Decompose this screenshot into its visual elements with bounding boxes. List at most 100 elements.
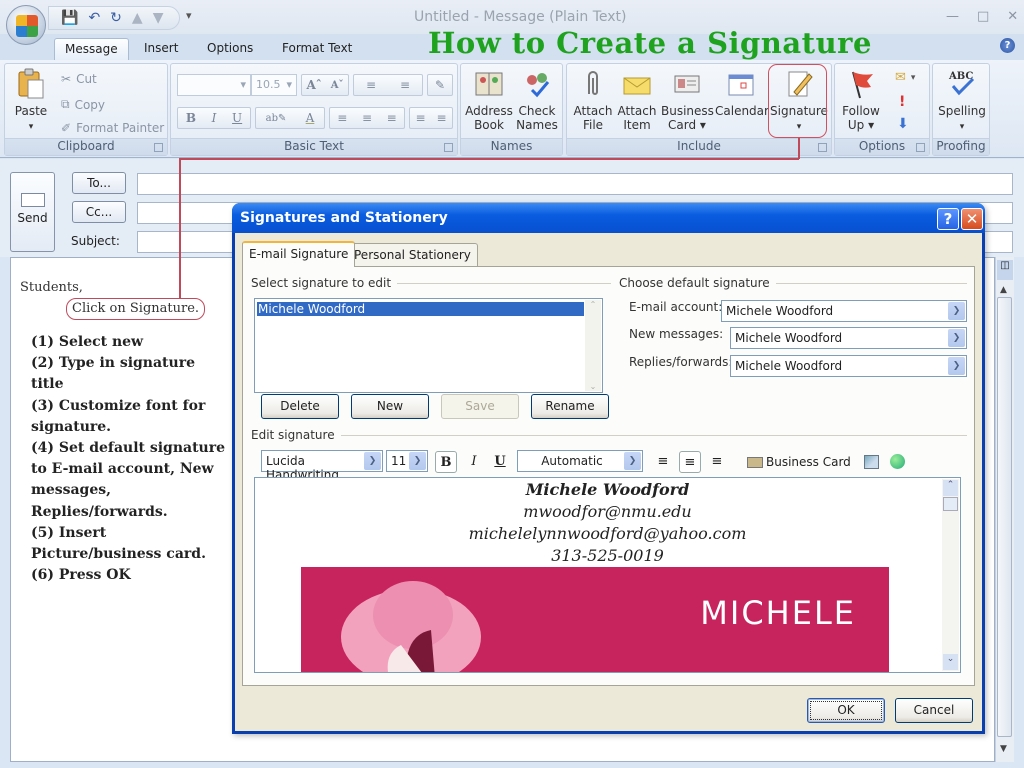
customize-qat-icon[interactable]: ▾ xyxy=(186,9,192,22)
numbering-icon[interactable]: ≡ xyxy=(400,78,410,92)
dialog-launcher-icon[interactable] xyxy=(444,143,453,152)
scroll-down-icon[interactable]: ▼ xyxy=(1000,744,1007,754)
editor-scrollbar[interactable]: ⌃ ⌄ xyxy=(942,479,959,671)
chevron-down-icon[interactable]: ❯ xyxy=(948,302,965,320)
maximize-icon[interactable]: □ xyxy=(977,9,989,24)
chevron-down-icon[interactable]: ❯ xyxy=(948,329,965,347)
rename-button[interactable]: Rename xyxy=(531,394,609,419)
grow-font-icon[interactable]: Aˆ xyxy=(306,78,321,92)
font-size-box[interactable]: 10.5 ▾ xyxy=(251,74,297,96)
align-left-icon[interactable]: ≡ xyxy=(337,111,347,125)
chevron-down-icon[interactable]: ❯ xyxy=(364,452,381,470)
send-button[interactable]: Send xyxy=(10,172,55,252)
underline-button[interactable]: U xyxy=(232,111,242,125)
tab-options[interactable]: Options xyxy=(197,38,263,60)
scroll-up-icon[interactable]: ▲ xyxy=(1000,285,1007,295)
scrollbar-thumb[interactable] xyxy=(943,497,958,511)
align-center-icon[interactable]: ≡ xyxy=(362,111,372,125)
email-account-select[interactable]: Michele Woodford ❯ xyxy=(721,300,967,322)
tab-message[interactable]: Message xyxy=(54,38,129,60)
decrease-indent-icon[interactable]: ≡ xyxy=(415,111,425,125)
grow-shrink-font-buttons[interactable]: Aˆ Aˇ xyxy=(301,74,349,96)
to-button[interactable]: To... xyxy=(72,172,126,194)
bold-button[interactable]: B xyxy=(186,111,196,125)
list-scrollbar[interactable]: ⌃ ⌄ xyxy=(585,300,601,391)
italic-button[interactable]: I xyxy=(212,111,217,125)
paste-button[interactable]: Paste ▾ xyxy=(11,68,51,134)
cut-button[interactable]: ✂ Cut xyxy=(61,72,97,86)
bullets-icon[interactable]: ≡ xyxy=(366,78,376,92)
check-names-button[interactable]: Check Names xyxy=(513,68,561,132)
dialog-help-button[interactable]: ? xyxy=(937,208,959,230)
tab-email-signature[interactable]: E-mail Signature xyxy=(242,241,356,267)
tab-personal-stationery[interactable]: Personal Stationery xyxy=(347,243,478,267)
reading-pane-icon[interactable]: ◫ xyxy=(997,260,1013,280)
minimize-icon[interactable]: — xyxy=(946,9,959,24)
chevron-down-icon[interactable]: ❯ xyxy=(409,452,426,470)
business-card-button[interactable]: Business Card ▾ xyxy=(661,68,714,132)
color-select[interactable]: Automatic ❯ xyxy=(517,450,643,472)
permission-button[interactable]: ✉ ▾ xyxy=(895,70,915,85)
signature-list[interactable]: Michele Woodford ⌃ ⌄ xyxy=(254,298,603,393)
calendar-button[interactable]: Calendar xyxy=(715,68,769,118)
insert-hyperlink-button[interactable] xyxy=(886,451,908,473)
new-button[interactable]: New xyxy=(351,394,429,419)
cancel-button[interactable]: Cancel xyxy=(895,698,973,723)
font-name-box[interactable]: ▾ xyxy=(177,74,251,96)
help-icon[interactable]: ? xyxy=(1000,38,1015,53)
chevron-down-icon[interactable]: ❯ xyxy=(624,452,641,470)
dialog-launcher-icon[interactable] xyxy=(154,143,163,152)
signature-list-item[interactable]: Michele Woodford xyxy=(257,302,584,316)
address-book-button[interactable]: Address Book xyxy=(465,68,513,132)
attach-item-button[interactable]: Attach Item xyxy=(615,68,659,132)
office-button[interactable] xyxy=(6,5,46,45)
high-importance-button[interactable]: ! xyxy=(899,94,905,110)
signature-editor[interactable]: Michele Woodford mwoodfor@nmu.edu michel… xyxy=(254,477,961,673)
align-right-button[interactable]: ≡ xyxy=(706,451,728,473)
delete-button[interactable]: Delete xyxy=(261,394,339,419)
replies-select[interactable]: Michele Woodford ❯ xyxy=(730,355,967,377)
spelling-button[interactable]: ABC Spelling ▾ xyxy=(935,68,989,134)
align-left-button[interactable]: ≡ xyxy=(652,451,674,473)
font-size-select[interactable]: 11 ❯ xyxy=(386,450,428,472)
dialog-launcher-icon[interactable] xyxy=(818,143,827,152)
scroll-down-icon[interactable]: ⌄ xyxy=(585,382,601,391)
list-buttons[interactable]: ≡ ≡ xyxy=(353,74,423,96)
dialog-launcher-icon[interactable] xyxy=(916,143,925,152)
dialog-close-button[interactable]: ✕ xyxy=(961,208,983,230)
previous-icon[interactable]: ▲ xyxy=(132,10,143,26)
business-card-insert-button[interactable]: Business Card xyxy=(747,451,851,473)
ok-button[interactable]: OK xyxy=(807,698,885,723)
redo-icon[interactable]: ↻ xyxy=(110,10,122,26)
shrink-font-icon[interactable]: Aˇ xyxy=(331,80,344,91)
save-icon[interactable]: 💾 xyxy=(61,10,78,26)
attach-file-button[interactable]: Attach File xyxy=(571,68,615,132)
scroll-up-icon[interactable]: ⌃ xyxy=(943,480,958,496)
copy-button[interactable]: ⧉ Copy xyxy=(61,97,105,112)
next-icon[interactable]: ▼ xyxy=(153,10,164,26)
align-center-button[interactable]: ≡ xyxy=(679,451,701,473)
font-select[interactable]: Lucida Handwriting ❯ xyxy=(261,450,383,482)
cc-button[interactable]: Cc... xyxy=(72,201,126,223)
underline-button[interactable]: U xyxy=(489,451,511,473)
insert-picture-button[interactable] xyxy=(860,451,882,473)
undo-icon[interactable]: ↶ xyxy=(88,10,100,26)
format-painter-button[interactable]: ✐ Format Painter xyxy=(61,121,164,135)
font-color-icon[interactable]: A xyxy=(306,111,315,125)
save-button[interactable]: Save xyxy=(441,394,519,419)
tab-insert[interactable]: Insert xyxy=(134,38,188,60)
align-right-icon[interactable]: ≡ xyxy=(387,111,397,125)
follow-up-button[interactable]: Follow Up ▾ xyxy=(837,68,885,132)
increase-indent-icon[interactable]: ≡ xyxy=(436,111,446,125)
scroll-up-icon[interactable]: ⌃ xyxy=(585,300,601,309)
new-messages-select[interactable]: Michele Woodford ❯ xyxy=(730,327,967,349)
highlight-icon[interactable]: ab✎ xyxy=(266,113,287,124)
bold-button[interactable]: B xyxy=(435,451,457,473)
to-field[interactable] xyxy=(137,173,1013,195)
close-icon[interactable]: ✕ xyxy=(1007,9,1018,24)
chevron-down-icon[interactable]: ❯ xyxy=(948,357,965,375)
scrollbar-thumb[interactable] xyxy=(997,297,1012,737)
tab-format-text[interactable]: Format Text xyxy=(272,38,362,60)
styles-button[interactable]: ✎ xyxy=(427,74,453,96)
low-importance-button[interactable]: ⬇ xyxy=(897,116,909,132)
